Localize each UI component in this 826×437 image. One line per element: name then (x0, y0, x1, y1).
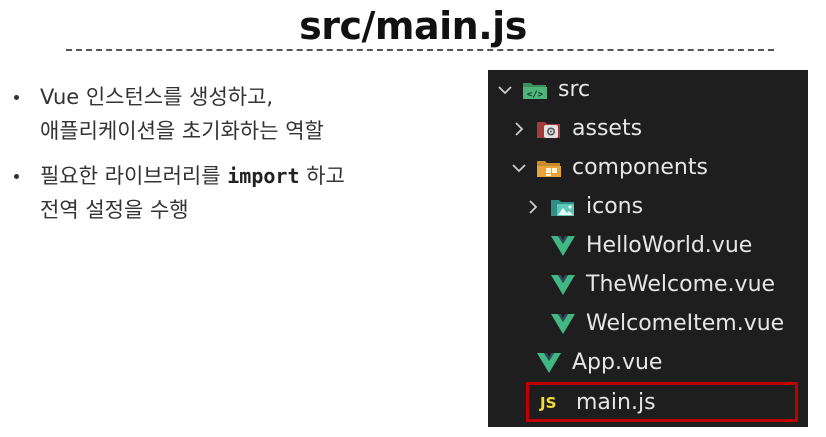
tree-item-thewelcome-vue[interactable]: TheWelcome.vue (488, 265, 826, 304)
tree-item-assets[interactable]: assets (488, 109, 826, 148)
src-folder-icon: </> (523, 82, 547, 100)
tree-item-label: icons (586, 194, 644, 219)
bullet-text: 전역 설정을 수행 (40, 198, 189, 222)
assets-folder-icon (537, 121, 560, 138)
tree-item-label: assets (572, 116, 643, 141)
image-folder-icon (551, 199, 574, 216)
vue-icon (551, 274, 575, 295)
tree-item-app-vue[interactable]: App.vue (488, 343, 826, 382)
title-divider (66, 49, 774, 51)
vue-icon (551, 313, 575, 334)
vue-icon (551, 235, 575, 256)
code-keyword: import (227, 164, 300, 188)
tree-item-label: TheWelcome.vue (586, 272, 776, 297)
file-explorer: </> src assets components icons HelloWor… (488, 70, 808, 427)
bullet-dot (14, 95, 19, 100)
bullet-text-line: 필요한 라이브러리를 import 하고 (40, 159, 460, 193)
tree-item-label: WelcomeItem.vue (586, 311, 785, 336)
tree-item-label: HelloWorld.vue (586, 233, 753, 258)
bullet-text: Vue 인스턴스를 생성하고, (40, 85, 274, 109)
svg-text:</>: </> (527, 90, 544, 100)
bullet-text: 필요한 라이브러리를 (40, 164, 228, 188)
page-title: src/main.js (299, 4, 527, 48)
bullet-text: 애플리케이션을 초기화하는 역할 (40, 119, 324, 143)
tree-item-helloworld-vue[interactable]: HelloWorld.vue (488, 226, 826, 265)
components-folder-icon (537, 160, 561, 177)
bullet-text: 하고 (299, 164, 345, 188)
tree-item-welcomeitem-vue[interactable]: WelcomeItem.vue (488, 304, 826, 343)
bullet-item: Vue 인스턴스를 생성하고, 애플리케이션을 초기화하는 역할 (10, 80, 460, 148)
bullet-dot (14, 174, 19, 179)
tree-item-label: App.vue (572, 350, 663, 375)
chevron-down-icon[interactable] (496, 81, 514, 99)
bullet-item: 필요한 라이브러리를 import 하고 전역 설정을 수행 (10, 159, 460, 227)
description-list: Vue 인스턴스를 생성하고, 애플리케이션을 초기화하는 역할 필요한 라이브… (10, 80, 460, 238)
tree-item-label: src (558, 77, 591, 102)
tree-item-src[interactable]: </> src (488, 70, 816, 109)
selected-file-highlight (526, 382, 798, 422)
chevron-down-icon[interactable] (510, 159, 528, 177)
chevron-right-icon[interactable] (524, 198, 542, 216)
tree-item-label: components (572, 155, 708, 180)
tree-item-icons[interactable]: icons (488, 187, 826, 226)
chevron-right-icon[interactable] (510, 120, 528, 138)
tree-item-components[interactable]: components (488, 148, 826, 187)
vue-icon (537, 352, 561, 373)
